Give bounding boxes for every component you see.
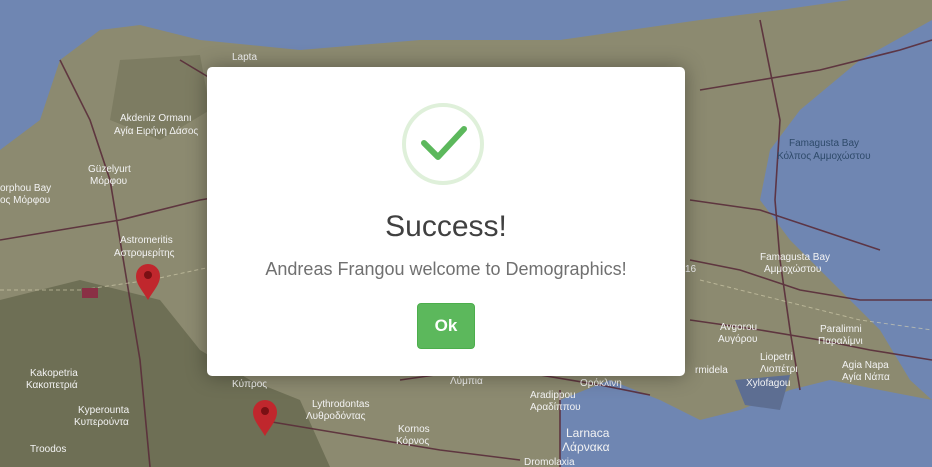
dialog-message: Andreas Frangou welcome to Demographics! (265, 259, 627, 279)
check-circle-icon (402, 103, 484, 185)
dialog-title: Success! (385, 210, 507, 243)
ok-button[interactable]: Ok (417, 303, 475, 349)
success-dialog: Success! Andreas Frangou welcome to Demo… (207, 67, 685, 376)
checkmark-icon (421, 126, 467, 160)
